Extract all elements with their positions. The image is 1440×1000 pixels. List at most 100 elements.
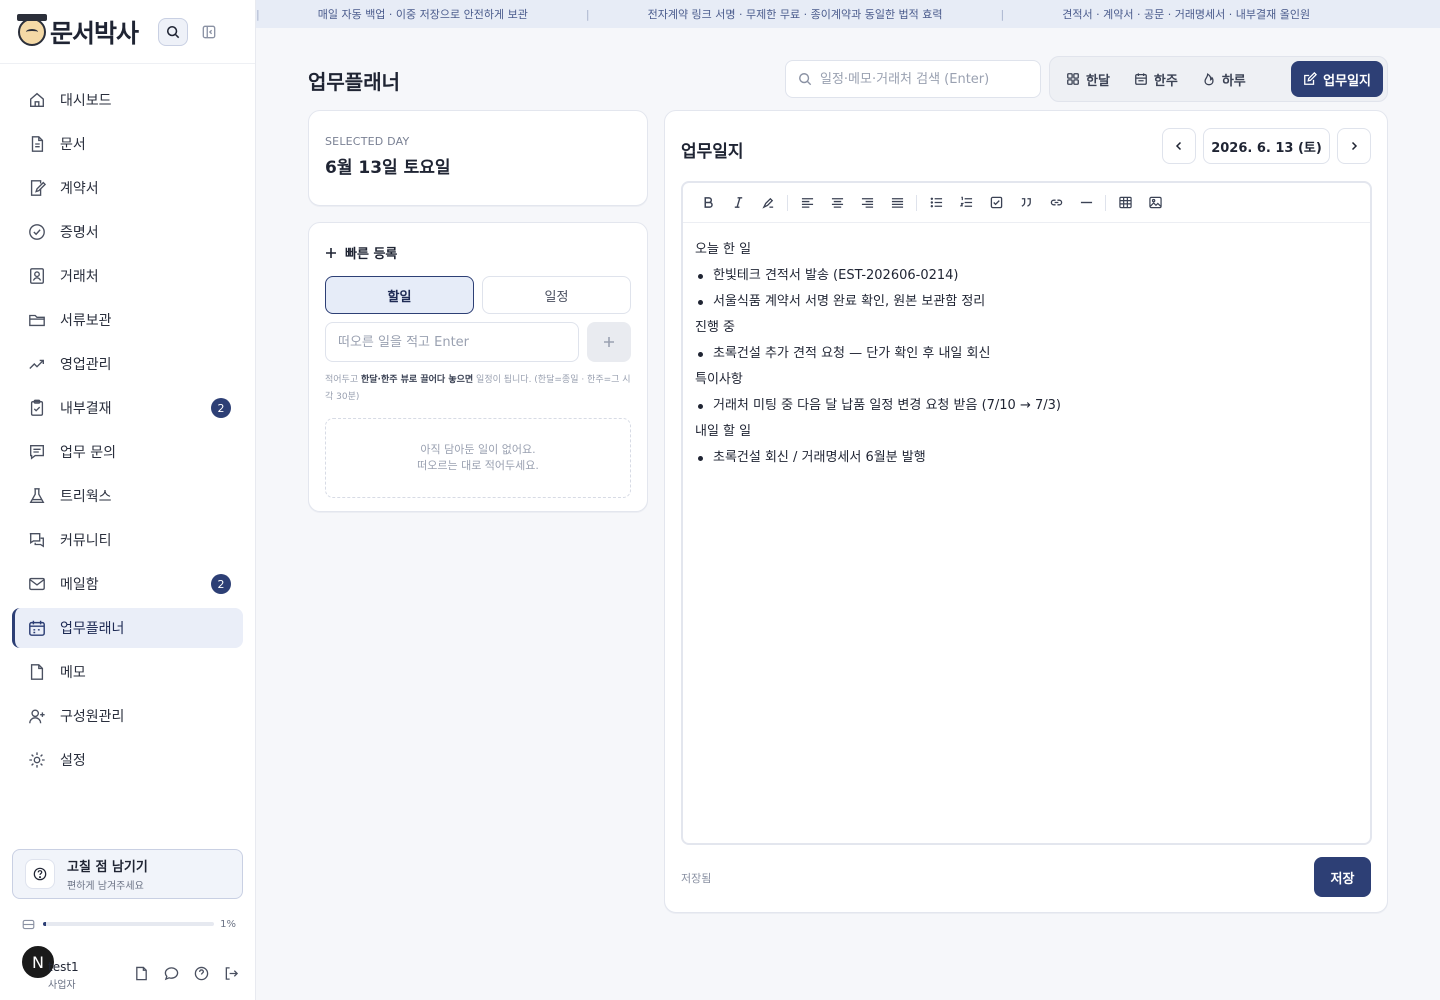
bullet-list-icon (930, 197, 942, 208)
sidebar-item-certificates[interactable]: 증명서 (12, 212, 243, 252)
sidebar-item-archive[interactable]: 서류보관 (12, 300, 243, 340)
bold-icon (704, 197, 713, 208)
journal-card: 업무일지 2026. 6. 13 (토) 오늘 한 일 한빛테크 견적서 발송 … (664, 110, 1388, 913)
journal-list-item: 거래처 미팅 중 다음 달 납품 일정 변경 요청 받음 (7/10 → 7/3… (695, 393, 1358, 419)
sidebar-collapse-button[interactable] (196, 19, 222, 45)
announcement-ticker: | 매일 자동 백업 · 이중 저장으로 안전하게 보관 | 전자계약 링크 서… (256, 0, 1440, 28)
tab-todo[interactable]: 할일 (325, 276, 474, 314)
edit-note-icon (1304, 72, 1318, 85)
approval-count-badge: 2 (211, 398, 231, 418)
date-picker-button[interactable]: 2026. 6. 13 (토) (1203, 128, 1330, 164)
next-day-button[interactable] (1337, 128, 1371, 164)
link-button[interactable] (1041, 189, 1071, 217)
chevron-left-icon (1175, 141, 1182, 151)
journal-editor: 오늘 한 일 한빛테크 견적서 발송 (EST-202606-0214) 서울식… (681, 181, 1372, 845)
quick-add-input-row (325, 322, 631, 362)
search-icon (166, 25, 180, 38)
folder-icon (26, 309, 48, 331)
bullet-list-button[interactable] (921, 189, 951, 217)
calendar-icon (26, 617, 48, 639)
tab-month[interactable]: 한달 (1054, 61, 1122, 97)
image-button[interactable] (1140, 189, 1170, 217)
user-role: 사업자 (48, 980, 76, 991)
tab-label: 하루 (1221, 73, 1246, 89)
storage-percent: 1% (220, 918, 236, 930)
journal-content[interactable]: 오늘 한 일 한빛테크 견적서 발송 (EST-202606-0214) 서울식… (683, 223, 1370, 485)
toolbar-divider (787, 194, 788, 211)
memo-icon (26, 661, 48, 683)
sidebar-item-triworks[interactable]: 트리웍스 (12, 476, 243, 516)
sidebar-item-dashboard[interactable]: 대시보드 (12, 80, 243, 120)
journal-heading: 진행 중 (695, 320, 736, 335)
gear-icon (26, 749, 48, 771)
align-center-button[interactable] (822, 189, 852, 217)
align-justify-button[interactable] (882, 189, 912, 217)
selected-day-eyebrow: SELECTED DAY (325, 135, 410, 148)
week-calendar-icon (1135, 73, 1147, 85)
storage-usage: 1% (22, 916, 236, 932)
italic-button[interactable] (723, 189, 753, 217)
tab-journal[interactable]: 업무일지 (1291, 61, 1383, 97)
clipboard-icon (26, 397, 48, 419)
ordered-list-button[interactable] (951, 189, 981, 217)
toolbar-divider (1105, 194, 1106, 211)
sidebar-item-approval[interactable]: 내부결재 2 (12, 388, 243, 428)
empty-state-line: 아직 담아둔 일이 없어요. (420, 443, 536, 456)
sidebar-item-settings[interactable]: 설정 (12, 740, 243, 780)
sidebar-item-documents[interactable]: 문서 (12, 124, 243, 164)
hint-text: 적어두고 (325, 375, 361, 385)
divider-button[interactable] (1071, 189, 1101, 217)
message-icon (26, 441, 48, 463)
sidebar-item-label: 커뮤니티 (60, 533, 112, 549)
sidebar-item-members[interactable]: 구성원관리 (12, 696, 243, 736)
sidebar: 문서박사 대시보드 문서 계약서 증명서 거래처 서류보관 영업관리 내부결재 … (0, 0, 256, 1000)
sidebar-item-contracts[interactable]: 계약서 (12, 168, 243, 208)
sidebar-item-inquiry[interactable]: 업무 문의 (12, 432, 243, 472)
quick-add-input[interactable] (325, 322, 579, 362)
save-button[interactable]: 저장 (1314, 857, 1371, 897)
prev-day-button[interactable] (1162, 128, 1196, 164)
ordered-list-icon (959, 196, 972, 207)
sidebar-item-planner[interactable]: 업무플래너 (12, 608, 243, 648)
feedback-title: 고칠 점 남기기 (67, 860, 148, 875)
sidebar-item-memo[interactable]: 메모 (12, 652, 243, 692)
collapse-sidebar-icon (202, 25, 216, 38)
tab-week[interactable]: 한주 (1122, 61, 1190, 97)
sidebar-search-button[interactable] (158, 17, 189, 46)
sidebar-item-mail[interactable]: 메일함 2 (12, 564, 243, 604)
quick-add-card: 빠른 등록 할일 일정 적어두고 한달·한주 뷰로 끌어다 놓으면 일정이 됩니… (308, 222, 648, 512)
checklist-button[interactable] (981, 189, 1011, 217)
sidebar-item-label: 대시보드 (60, 93, 112, 109)
bold-button[interactable] (693, 189, 723, 217)
tab-schedule[interactable]: 일정 (482, 276, 631, 314)
chat-icon (26, 529, 48, 551)
tab-label: 한달 (1086, 73, 1110, 89)
chat-bubble-icon[interactable] (162, 964, 180, 982)
help-circle-icon[interactable] (192, 964, 210, 982)
highlighter-icon (761, 197, 773, 209)
ticker-separator: | (585, 7, 590, 21)
search-input[interactable] (820, 71, 1020, 87)
quote-button[interactable] (1011, 189, 1041, 217)
feedback-button[interactable]: 고칠 점 남기기 편하게 남겨주세요 (12, 849, 243, 899)
date-navigator: 2026. 6. 13 (토) (1162, 128, 1371, 164)
sidebar-item-label: 문서 (60, 137, 86, 153)
sidebar-item-clients[interactable]: 거래처 (12, 256, 243, 296)
sidebar-item-sales[interactable]: 영업관리 (12, 344, 243, 384)
plus-icon (326, 247, 336, 258)
table-button[interactable] (1110, 189, 1140, 217)
logout-icon[interactable] (222, 964, 240, 982)
sidebar-item-label: 거래처 (60, 269, 99, 285)
align-right-button[interactable] (852, 189, 882, 217)
tab-day[interactable]: 하루 (1190, 61, 1258, 97)
journal-heading: 오늘 한 일 (695, 242, 752, 257)
highlight-button[interactable] (753, 189, 783, 217)
contract-icon (26, 177, 48, 199)
sidebar-item-community[interactable]: 커뮤니티 (12, 520, 243, 560)
brand-logo-icon (17, 13, 47, 46)
align-left-button[interactable] (792, 189, 822, 217)
feedback-subtitle: 편하게 남겨주세요 (67, 881, 144, 892)
sidebar-item-label: 계약서 (60, 181, 99, 197)
quick-add-button[interactable] (587, 322, 631, 362)
notes-icon[interactable] (132, 964, 150, 982)
